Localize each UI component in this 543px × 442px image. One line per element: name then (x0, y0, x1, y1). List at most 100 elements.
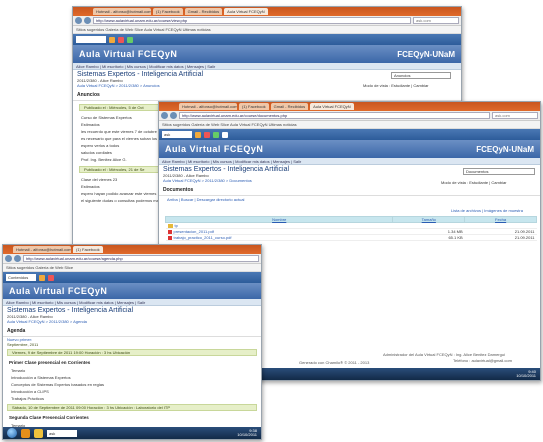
browser-nav-bar: http://www.aulavirtual.unam.edu.ar/cours… (3, 254, 261, 264)
browser-tab-bar: Hotmail - alfonso@hotmail.com (1) Facebo… (3, 245, 261, 254)
taskbar-search[interactable]: ask (47, 429, 77, 437)
browser-tab-active[interactable]: Aula Virtual FCEQyN (310, 103, 354, 110)
address-bar[interactable]: http://www.aulavirtual.unam.edu.ar/cours… (179, 112, 490, 119)
back-icon[interactable] (161, 112, 168, 119)
toolbar-icon[interactable] (213, 131, 219, 138)
site-title: Aula Virtual FCEQyN (165, 144, 264, 154)
address-bar[interactable]: http://www.aulavirtual.unam.edu.ar/cours… (93, 17, 411, 24)
browser-tab[interactable]: Gmail - Recibidos (270, 103, 309, 110)
event-line: Trabajos Prácticos (11, 396, 44, 401)
document-name[interactable]: tp (175, 223, 178, 228)
browser-toolbar: ask (159, 129, 540, 140)
footer-admin: Administrador del Aula Virtual FCEQyN : … (383, 352, 505, 357)
month-heading: Septiembre, 2011 (7, 342, 39, 347)
documents-table: Nombre Tamaño Fecha tp presentacion_2011… (164, 216, 537, 241)
browser-toolbar: Contenidos (3, 272, 261, 283)
document-actions[interactable]: Arriba | Buscar | Descargar directorio a… (159, 196, 540, 203)
event-title: Primer Clase presencial en Corrientes (9, 360, 91, 365)
toolbar-icon[interactable] (222, 131, 228, 138)
browser-tab[interactable]: (1) Facebook (153, 8, 183, 15)
view-toggle-links[interactable]: Lista de archivos | Imágenes de muestra (451, 208, 523, 213)
forward-icon[interactable] (84, 17, 91, 24)
back-icon[interactable] (5, 255, 12, 262)
toolbar-search-field[interactable] (76, 36, 106, 43)
event-date: Viernes, 9 de Septiembre de 2011 19:00 H… (7, 349, 257, 356)
toolbar-icon[interactable] (204, 131, 210, 138)
table-row[interactable]: trabajo_practico_2011_curso.pdf 65.1 KB … (165, 234, 537, 241)
announcement-header: Publicado el : Miércoles, 21 de Se (79, 166, 169, 173)
site-header: Aula Virtual FCEQyN FCEQyN-UNaM (73, 45, 461, 63)
browser-tab-active[interactable]: Aula Virtual FCEQyN (224, 8, 268, 15)
firefox-icon[interactable] (21, 428, 30, 438)
event-title: Segunda Clase Presencial Corrientes (9, 415, 89, 420)
clock-date: 10/10/2011 (516, 373, 536, 378)
favorites-bar[interactable]: Sitios sugeridos Galería de Web Slice Au… (159, 121, 540, 129)
browser-tab[interactable]: Hotmail - alfonso@hotmail.com (93, 8, 151, 15)
user-menu[interactable]: Alice Rambo | Mi escritorio | Mis cursos… (3, 299, 261, 306)
tool-select[interactable]: Anuncios (391, 72, 451, 79)
view-mode[interactable]: Modo de vista : Estudiante | Cambiar (441, 180, 507, 185)
site-institution: FCEQyN-UNaM (397, 49, 455, 59)
forward-icon[interactable] (14, 255, 21, 262)
clock-date: 10/10/2011 (237, 432, 257, 437)
event-date: Sábado, 10 de Septiembre de 2011 09:00 H… (7, 404, 257, 411)
favorites-bar[interactable]: Sitios sugeridos Galería de Web Slice (3, 264, 261, 272)
footer-generator: Generado con Chamilo® © 2011 - 2013 (299, 360, 370, 365)
toolbar-icon[interactable] (48, 274, 54, 281)
favorites-bar[interactable]: Sitios sugeridos Galería de Web Slice Au… (73, 26, 461, 34)
site-institution: FCEQyN-UNaM (476, 144, 534, 154)
view-mode[interactable]: Modo de vista : Estudiante | Cambiar (363, 83, 429, 88)
search-input[interactable]: ask.com (492, 112, 538, 119)
toolbar-icon[interactable] (127, 36, 133, 43)
document-name[interactable]: presentacion_2011.pdf (174, 229, 214, 234)
back-icon[interactable] (75, 17, 82, 24)
windows-taskbar: ask 9:38 10/10/2011 (3, 427, 261, 439)
tool-select[interactable]: Documentos (463, 168, 535, 175)
composite-stage: Hotmail - alfonso@hotmail.com (1) Facebo… (0, 0, 543, 442)
browser-tab-bar: Hotmail - alfonso@hotmail.com (1) Facebo… (73, 7, 461, 16)
browser-tab[interactable]: (1) Facebook (239, 103, 269, 110)
start-icon[interactable] (7, 428, 17, 438)
pdf-file-icon (167, 235, 172, 240)
document-name[interactable]: trabajo_practico_2011_curso.pdf (174, 235, 232, 240)
search-input[interactable]: ask.com (413, 17, 459, 24)
event-line: Introducción a CLIPS (11, 389, 49, 394)
screenshot-agenda: Hotmail - alfonso@hotmail.com (1) Facebo… (2, 244, 262, 440)
user-menu[interactable]: Alice Rambo | Mi escritorio | Mis cursos… (159, 158, 540, 165)
document-date: 21.09.2011 (464, 234, 537, 241)
browser-toolbar (73, 34, 461, 45)
toolbar-icon[interactable] (39, 274, 45, 281)
toolbar-icon[interactable] (195, 131, 201, 138)
user-menu[interactable]: Alice Rambo | Mi escritorio | Mis cursos… (73, 63, 461, 70)
footer-contact: Teléfono : aulavirtual@gmail.com (453, 358, 512, 363)
event-line: Temario (11, 368, 26, 373)
folder-icon (167, 223, 173, 228)
toolbar-icon[interactable] (118, 36, 124, 43)
system-clock: 9:38 10/10/2011 (237, 429, 261, 437)
document-size: 65.1 KB (392, 234, 465, 241)
forward-icon[interactable] (170, 112, 177, 119)
browser-nav-bar: http://www.aulavirtual.unam.edu.ar/cours… (73, 16, 461, 26)
event-line: Conceptos de Sistemas Expertos basados e… (11, 382, 104, 387)
system-clock: 9:40 10/10/2011 (516, 370, 540, 378)
site-title: Aula Virtual FCEQyN (79, 49, 178, 59)
browser-tab[interactable]: Gmail - Recibidos (184, 8, 223, 15)
browser-tab[interactable]: Hotmail - alfonso@hotmail.com (13, 246, 71, 253)
toolbar-search-field[interactable]: Contenidos (6, 274, 36, 281)
section-title: Agenda (3, 324, 261, 337)
toolbar-icon[interactable] (109, 36, 115, 43)
site-title: Aula Virtual FCEQyN (9, 286, 108, 296)
address-bar[interactable]: http://www.aulavirtual.unam.edu.ar/cours… (23, 255, 259, 262)
section-title: Anuncios (73, 88, 461, 101)
course-title: Sistemas Expertos - Inteligencia Artific… (7, 307, 134, 314)
site-header: Aula Virtual FCEQyN FCEQyN-UNaM (159, 140, 540, 158)
browser-tab[interactable]: Hotmail - alfonso@hotmail.com (179, 103, 237, 110)
browser-tab-active[interactable]: (1) Facebook (73, 246, 103, 253)
toolbar-search-field[interactable]: ask (162, 131, 192, 138)
folder-icon[interactable] (34, 428, 43, 438)
pdf-file-icon (167, 229, 172, 234)
site-header: Aula Virtual FCEQyN (3, 283, 261, 299)
event-line: Introducción a Sistemas Expertos (11, 375, 71, 380)
browser-nav-bar: http://www.aulavirtual.unam.edu.ar/cours… (159, 111, 540, 121)
browser-tab-bar: Hotmail - alfonso@hotmail.com (1) Facebo… (159, 102, 540, 111)
